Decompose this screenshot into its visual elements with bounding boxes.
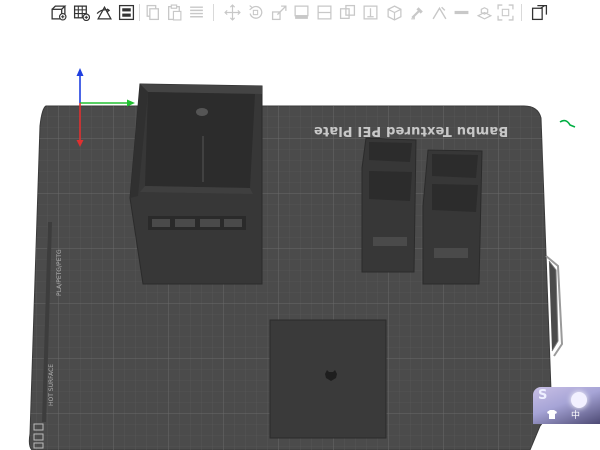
cut-icon[interactable] bbox=[315, 3, 334, 22]
scene-canvas bbox=[28, 68, 576, 450]
top-toolbar bbox=[0, 0, 600, 26]
auto-orient-icon[interactable] bbox=[95, 3, 114, 22]
user-avatar-panel[interactable]: S 中 bbox=[533, 387, 600, 424]
assembly-view-icon[interactable] bbox=[496, 3, 515, 22]
split-layers-icon[interactable] bbox=[187, 3, 206, 22]
color-paint-icon[interactable] bbox=[408, 3, 427, 22]
3d-viewport[interactable]: Bambu Textured PEI Plate PLA/PETG/PETG H… bbox=[0, 26, 600, 450]
lay-on-face-icon[interactable] bbox=[292, 3, 311, 22]
copy-icon[interactable] bbox=[143, 3, 162, 22]
object-tall-box-left[interactable] bbox=[361, 137, 417, 273]
rotate-icon[interactable] bbox=[246, 3, 265, 22]
support-paint-icon[interactable] bbox=[361, 3, 380, 22]
fit-view-icon[interactable] bbox=[475, 3, 494, 22]
object-tall-box-right[interactable] bbox=[422, 149, 483, 285]
measure-icon[interactable] bbox=[430, 3, 449, 22]
seam-paint-icon[interactable] bbox=[385, 3, 404, 22]
avatar-initial: S bbox=[538, 388, 548, 403]
text-emboss-icon[interactable] bbox=[452, 3, 471, 22]
plate-marker-icon bbox=[559, 119, 576, 128]
scale-icon[interactable] bbox=[270, 3, 289, 22]
moon-icon bbox=[571, 392, 587, 408]
shirt-icon[interactable] bbox=[547, 410, 557, 419]
plate-label: Bambu Textured PEI Plate bbox=[313, 123, 509, 139]
language-toggle[interactable]: 中 bbox=[571, 408, 580, 421]
object-large-box[interactable] bbox=[129, 83, 263, 285]
arrange-icon[interactable] bbox=[117, 3, 136, 22]
add-plate-icon[interactable] bbox=[72, 3, 91, 22]
paste-icon[interactable] bbox=[165, 3, 184, 22]
boolean-icon[interactable] bbox=[338, 3, 357, 22]
move-icon[interactable] bbox=[223, 3, 242, 22]
plate-side-label-hot: HOT SURFACE bbox=[48, 363, 55, 406]
plate-side-label-filament: PLA/PETG/PETG bbox=[56, 249, 63, 296]
object-flat-lid[interactable] bbox=[269, 319, 387, 439]
view-layout-icon[interactable] bbox=[530, 3, 549, 22]
add-object-icon[interactable] bbox=[49, 3, 68, 22]
